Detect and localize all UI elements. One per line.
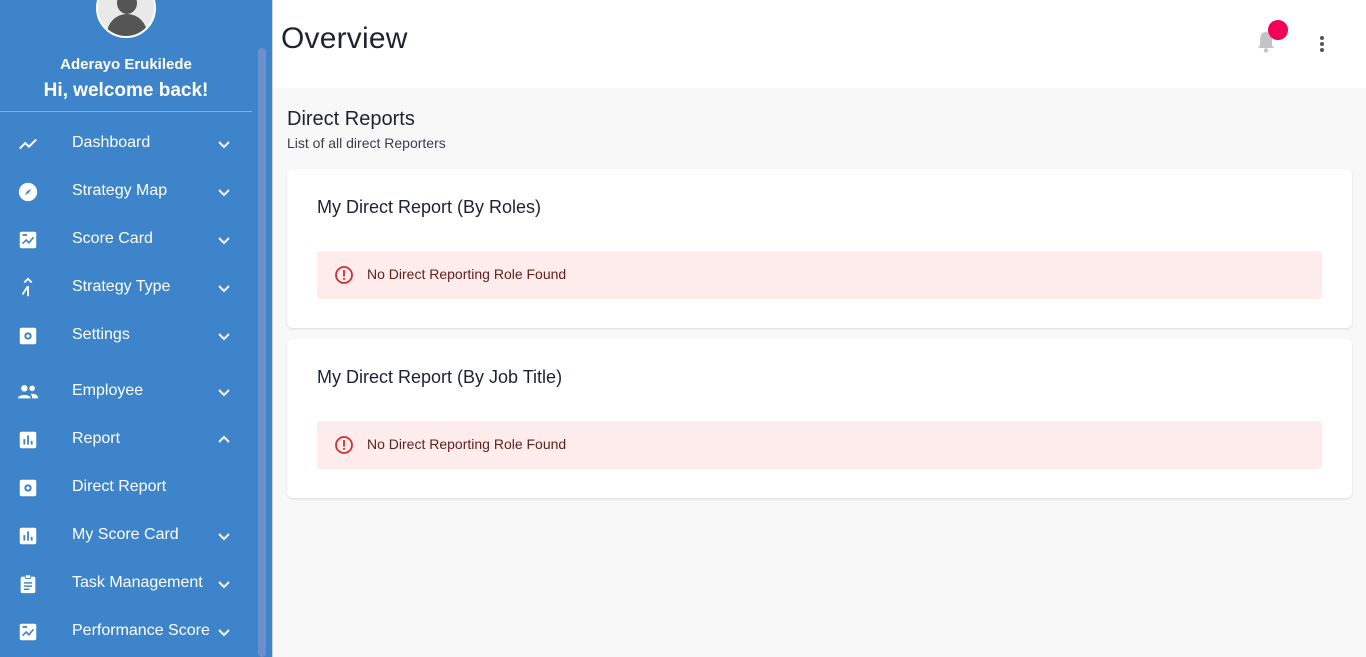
people-icon — [17, 381, 39, 403]
trending-up-icon — [17, 133, 39, 155]
sidebar-item-my-score-card[interactable]: My Score Card — [0, 512, 252, 560]
direct-report-job-title-card: My Direct Report (By Job Title) No Direc… — [287, 339, 1352, 498]
app-root: Aderayo Erukilede Hi, welcome back! Dash… — [0, 0, 1366, 657]
sidebar-item-strategy-type[interactable]: Strategy Type — [0, 264, 252, 312]
sidebar-border — [272, 0, 273, 657]
scorecard-icon — [17, 621, 39, 643]
sidebar-item-label: Report — [72, 430, 121, 447]
page-title: Overview — [281, 22, 408, 55]
settings-icon — [17, 477, 39, 499]
sidebar-item-label: Direct Report — [72, 478, 167, 495]
chevron-down-icon — [216, 384, 232, 400]
chevron-down-icon — [216, 624, 232, 640]
card-title: My Direct Report (By Job Title) — [317, 367, 563, 387]
sidebar-item-report[interactable]: Report — [0, 416, 252, 464]
top-header: Overview — [273, 0, 1366, 88]
sidebar-item-label: Employee — [72, 382, 144, 399]
sidebar-divider — [0, 111, 252, 112]
alert-message: No Direct Reporting Role Found — [367, 436, 567, 452]
bar-chart-icon — [17, 429, 39, 451]
direct-report-roles-card: My Direct Report (By Roles) No Direct Re… — [287, 169, 1352, 328]
sidebar-item-label: Strategy Type — [72, 278, 171, 295]
chevron-down-icon — [216, 576, 232, 592]
chevron-down-icon — [216, 232, 232, 248]
more-vert-icon[interactable] — [1313, 32, 1331, 56]
chevron-down-icon — [216, 528, 232, 544]
chevron-down-icon — [216, 280, 232, 296]
sidebar: Aderayo Erukilede Hi, welcome back! Dash… — [0, 0, 272, 657]
avatar[interactable] — [96, 0, 156, 38]
sidebar-item-performance-score[interactable]: Performance Score — [0, 608, 252, 656]
bar-chart-icon — [17, 525, 39, 547]
chevron-down-icon — [216, 136, 232, 152]
error-alert: No Direct Reporting Role Found — [317, 421, 1322, 469]
clipboard-icon — [17, 573, 39, 595]
sidebar-item-label: Strategy Map — [72, 182, 168, 199]
card-title: My Direct Report (By Roles) — [317, 197, 542, 217]
sidebar-item-label: My Score Card — [72, 526, 179, 543]
chevron-down-icon — [216, 328, 232, 344]
sidebar-item-label: Score Card — [72, 230, 153, 247]
sidebar-item-label: Dashboard — [72, 134, 151, 151]
sidebar-item-employee[interactable]: Employee — [0, 368, 252, 416]
sidebar-item-score-card[interactable]: Score Card — [0, 216, 252, 264]
section-title: Direct Reports — [287, 108, 415, 130]
avatar-body — [107, 14, 147, 36]
scorecard-icon — [17, 229, 39, 251]
sidebar-item-strategy-map[interactable]: Strategy Map — [0, 168, 252, 216]
compass-icon — [17, 181, 39, 203]
user-name: Aderayo Erukilede — [60, 56, 192, 73]
error-outline-icon — [334, 435, 354, 455]
sidebar-item-direct-report[interactable]: Direct Report — [0, 464, 252, 512]
sidebar-item-task-management[interactable]: Task Management — [0, 560, 252, 608]
alert-message: No Direct Reporting Role Found — [367, 266, 567, 282]
sidebar-item-label: Task Management — [72, 574, 203, 591]
sidebar-item-dashboard[interactable]: Dashboard — [0, 120, 252, 168]
welcome-message: Hi, welcome back! — [43, 80, 209, 101]
section-subtitle: List of all direct Reporters — [287, 135, 446, 151]
error-alert: No Direct Reporting Role Found — [317, 251, 1322, 299]
merge-icon — [17, 277, 39, 299]
chevron-down-icon — [216, 184, 232, 200]
notification-badge — [1268, 20, 1288, 40]
error-outline-icon — [334, 265, 354, 285]
sidebar-item-settings[interactable]: Settings — [0, 312, 252, 360]
settings-icon — [17, 325, 39, 347]
sidebar-scrollbar[interactable] — [258, 48, 266, 657]
chevron-up-icon — [216, 432, 232, 448]
sidebar-item-label: Settings — [72, 326, 130, 343]
avatar-head — [117, 0, 137, 14]
sidebar-item-label: Performance Score — [72, 622, 210, 639]
